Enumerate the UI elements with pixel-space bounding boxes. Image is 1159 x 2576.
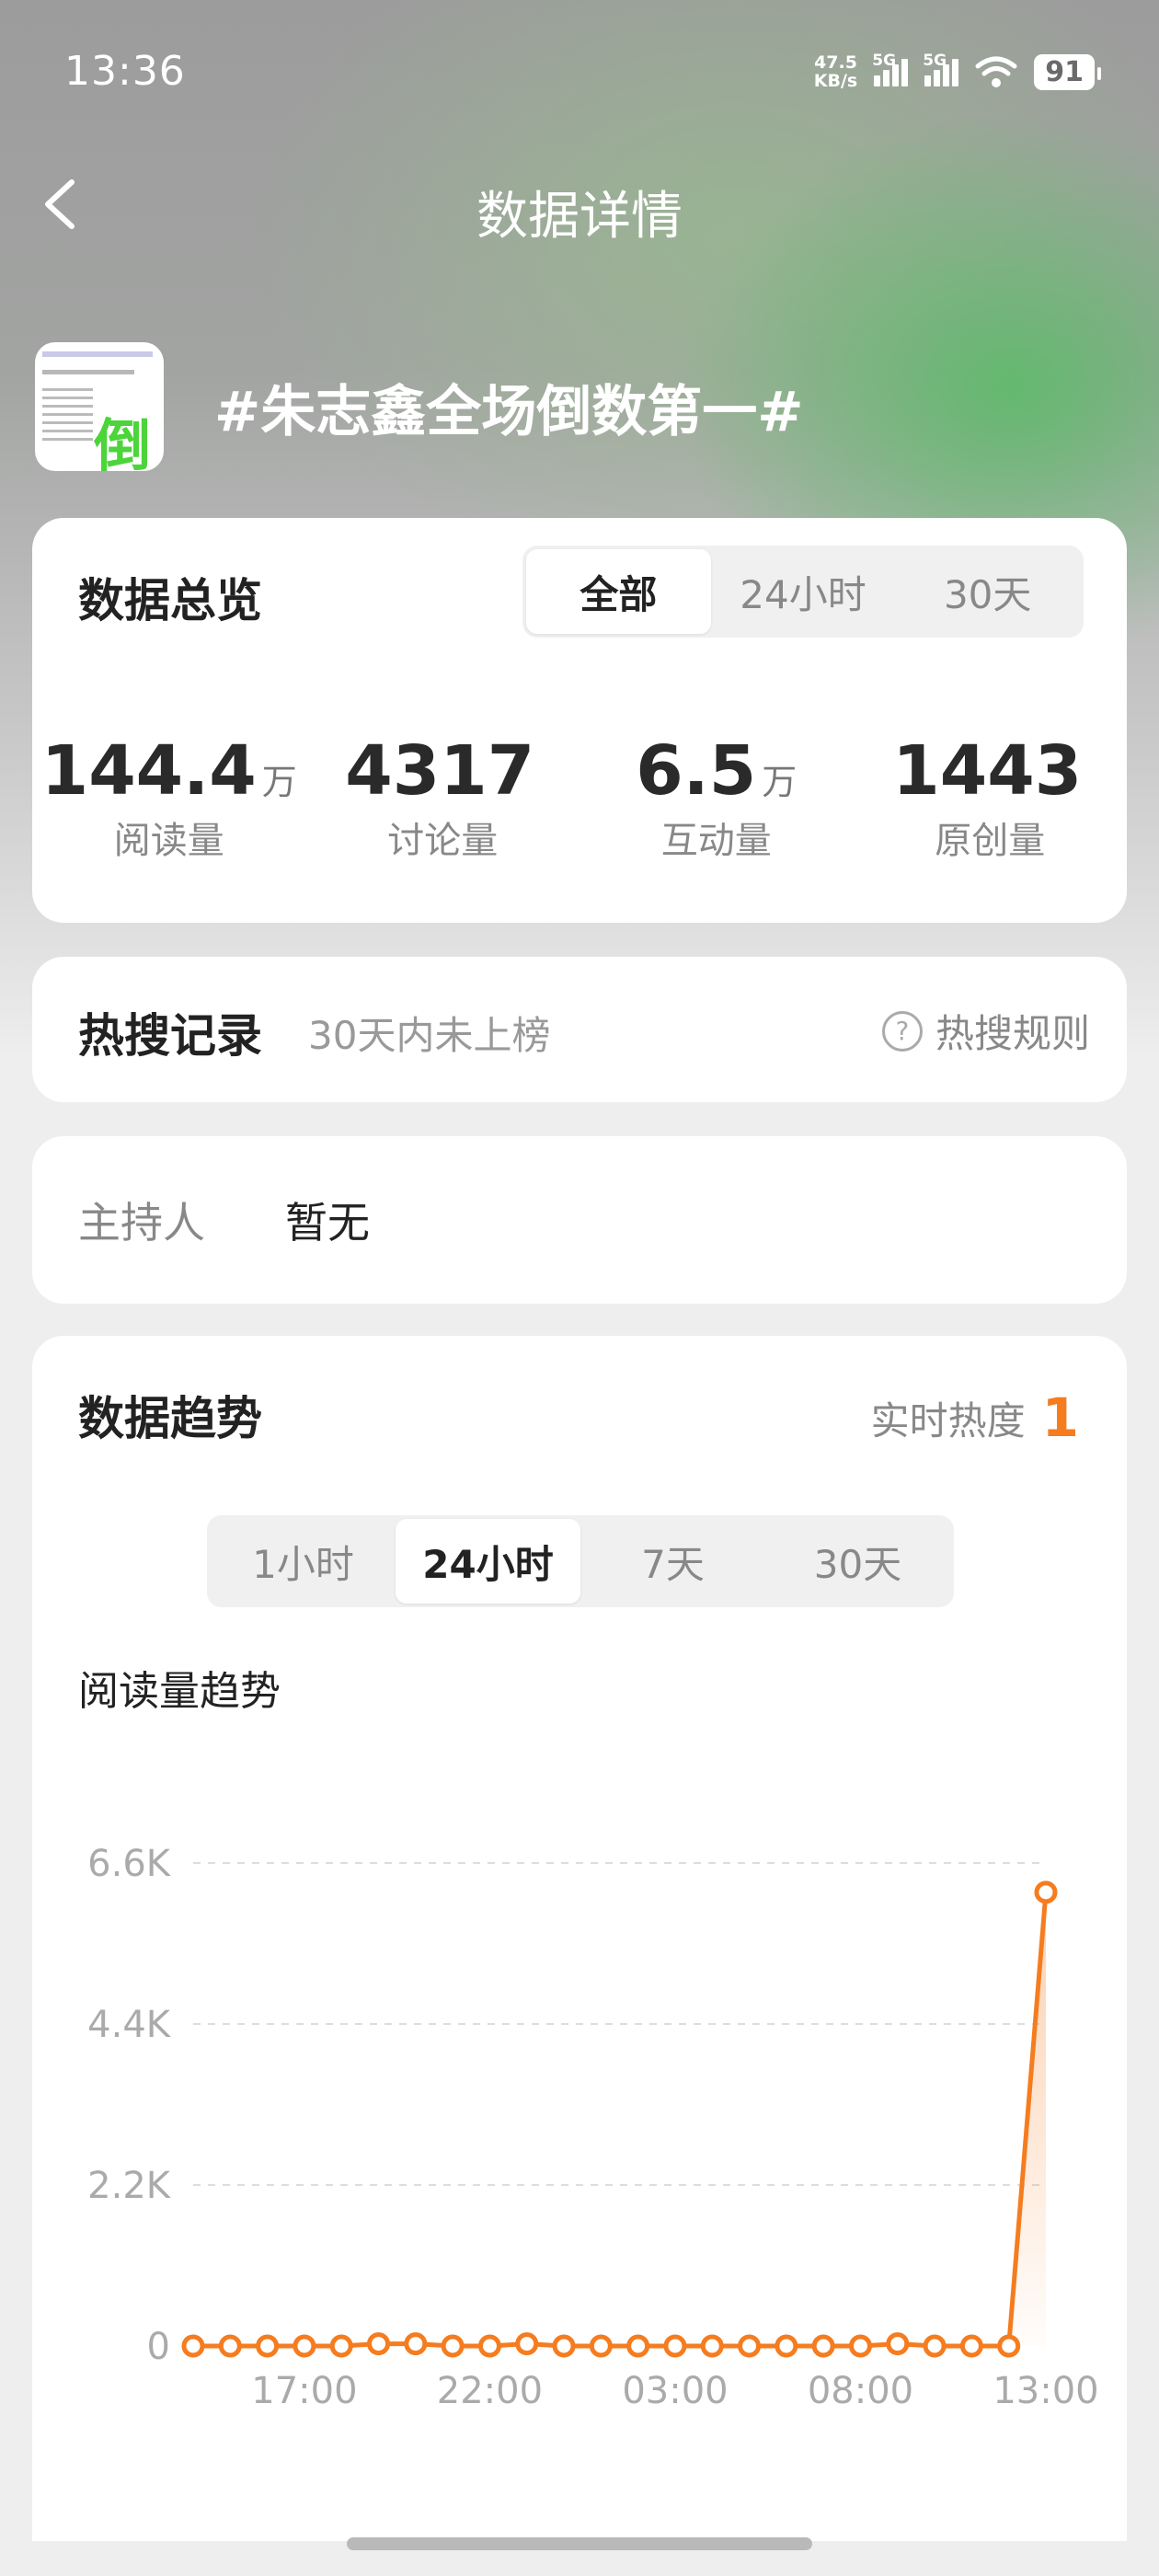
host-value: 暂无 <box>285 1198 370 1248</box>
overview-stats: 144.4 万 阅读量 4317 讨论量 6.5 万 互动量 1443 原创量 <box>32 731 1127 864</box>
stat-interactions: 6.5 万 互动量 <box>636 731 798 862</box>
read-trend-chart: 0 2.2K 4.4K 6.6K 17:00 22:00 03:00 08:00 13:00 <box>87 1843 1098 2412</box>
trend-card: 数据趋势 实时热度 1 1小时 24小时 7天 30天 阅读量趋势 0 2.2K 4… <box>32 1336 1127 2541</box>
host-card: 主持人 暂无 <box>32 1136 1127 1304</box>
tab-30d[interactable]: 30天 <box>895 549 1080 634</box>
x-tick-label: 08:00 <box>808 2370 913 2412</box>
data-point <box>329 2334 353 2358</box>
trend-subtitle: 阅读量趋势 <box>78 1668 281 1715</box>
wifi-icon <box>975 56 1017 87</box>
x-tick-label: 13:00 <box>993 2370 1098 2412</box>
stat-discussions: 4317 讨论量 <box>345 731 535 862</box>
signal-icon-2: 5G <box>923 52 959 86</box>
hot-search-title: 热搜记录 <box>78 1009 262 1063</box>
y-tick-label: 4.4K <box>87 2004 172 2046</box>
data-point <box>848 2334 872 2358</box>
series-area <box>193 1892 1046 2346</box>
trend-title: 数据趋势 <box>78 1392 262 1445</box>
stat-originals: 1443 原创量 <box>892 731 1083 862</box>
heat-value: 1 <box>1041 1386 1079 1449</box>
data-point <box>181 2334 205 2358</box>
host-label: 主持人 <box>78 1198 205 1248</box>
data-point <box>923 2334 947 2358</box>
x-tick-label: 03:00 <box>622 2370 728 2412</box>
data-point <box>886 2332 910 2356</box>
nav-bar: 数据详情 <box>0 156 1159 258</box>
page-title: 数据详情 <box>476 187 683 247</box>
network-speed: 47.5 KB/s <box>813 52 858 91</box>
tab-30d[interactable]: 30天 <box>765 1519 950 1604</box>
data-point <box>959 2334 983 2358</box>
data-point <box>441 2334 465 2358</box>
tab-1h[interactable]: 1小时 <box>211 1519 396 1604</box>
x-tick-label: 22:00 <box>437 2370 543 2412</box>
data-point <box>997 2334 1021 2358</box>
status-bar: 13:36 47.5 KB/s 5G 5G 91 <box>0 0 1159 138</box>
question-icon: ? <box>881 1010 923 1052</box>
data-point <box>589 2334 613 2358</box>
overview-tabs: 全部 24小时 30天 <box>522 546 1084 638</box>
data-point <box>663 2334 687 2358</box>
data-point <box>218 2334 242 2358</box>
data-point <box>1034 1880 1058 1904</box>
overview-title: 数据总览 <box>78 574 262 627</box>
data-point <box>738 2334 762 2358</box>
data-point <box>775 2334 798 2358</box>
y-tick-label: 6.6K <box>87 1843 172 1885</box>
tab-7d[interactable]: 7天 <box>580 1519 765 1604</box>
data-point <box>404 2332 428 2356</box>
tab-24h[interactable]: 24小时 <box>711 549 896 634</box>
battery-icon: 91 <box>1034 53 1101 90</box>
y-tick-label: 2.2K <box>87 2165 172 2207</box>
data-point <box>811 2334 835 2358</box>
hot-search-status: 30天内未上榜 <box>308 1013 551 1058</box>
status-time: 13:36 <box>64 48 186 95</box>
x-tick-label: 17:00 <box>251 2370 357 2412</box>
realtime-heat: 实时热度 1 <box>870 1386 1079 1449</box>
status-icons: 47.5 KB/s 5G 5G 91 <box>813 52 1101 91</box>
topic-header: 倒 #朱志鑫全场倒数第一# <box>35 342 804 471</box>
data-point <box>515 2332 539 2356</box>
data-point <box>552 2334 576 2358</box>
y-tick-label: 0 <box>147 2326 170 2368</box>
data-point <box>367 2332 391 2356</box>
topic-thumbnail[interactable]: 倒 <box>35 342 164 471</box>
data-point <box>256 2334 280 2358</box>
overview-card: 数据总览 全部 24小时 30天 144.4 万 阅读量 4317 讨论量 6.5… <box>32 518 1127 923</box>
stat-reads: 144.4 万 阅读量 <box>40 731 297 862</box>
data-point <box>626 2334 650 2358</box>
signal-icon: 5G <box>872 52 909 86</box>
hot-search-rule-link[interactable]: ? 热搜规则 <box>881 1003 1090 1059</box>
tab-all[interactable]: 全部 <box>526 549 711 634</box>
series-line <box>193 1892 1049 2349</box>
tab-24h[interactable]: 24小时 <box>396 1519 580 1604</box>
data-point <box>700 2334 724 2358</box>
topic-title: #朱志鑫全场倒数第一# <box>214 379 804 444</box>
data-point <box>477 2334 501 2358</box>
trend-tabs: 1小时 24小时 7天 30天 <box>207 1515 954 1607</box>
hot-search-card: 热搜记录 30天内未上榜 ? 热搜规则 <box>32 957 1127 1102</box>
home-indicator[interactable] <box>347 2537 812 2550</box>
data-point <box>293 2334 316 2358</box>
